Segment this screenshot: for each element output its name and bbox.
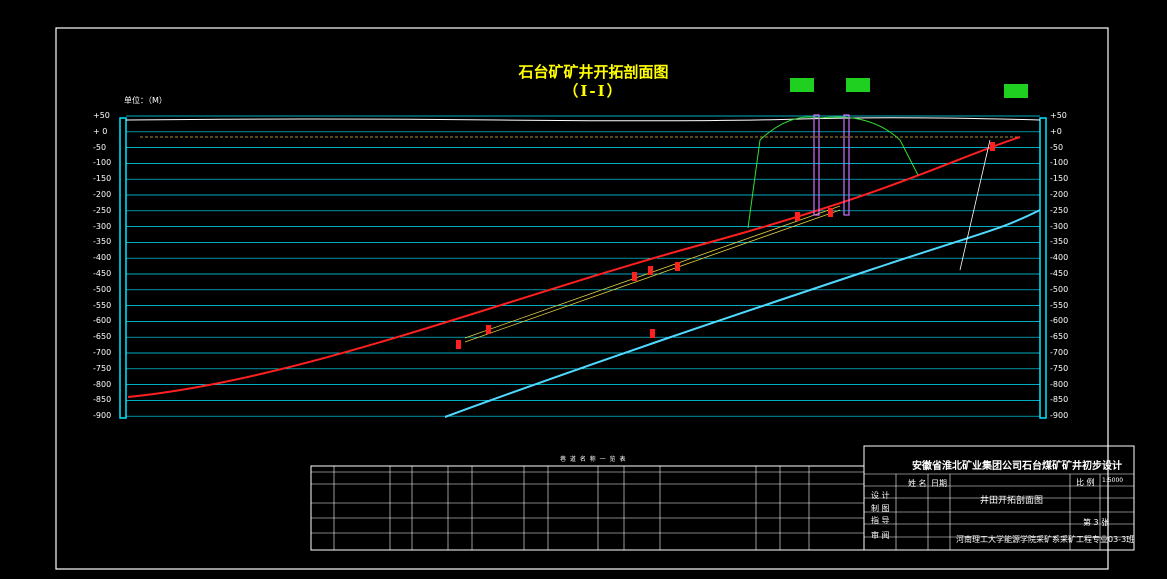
drawing-subtitle: （Ⅰ-Ⅰ） — [563, 82, 624, 100]
elevation-label-left: -350 — [93, 237, 112, 247]
tb-row-design: 设 计 — [871, 491, 890, 500]
fault-line — [959, 139, 991, 271]
date-header: 日期 — [931, 479, 947, 488]
elevation-label-right: -600 — [1050, 316, 1069, 326]
drawing-name: 井田开拓剖面图 — [980, 496, 1044, 506]
elevation-label-left: -250 — [93, 205, 112, 215]
roadway-marker — [990, 142, 995, 151]
elevation-label-right: -500 — [1050, 284, 1069, 294]
elevation-label-right: +50 — [1050, 111, 1067, 120]
school-label: 河南理工大学能源学院采矿系采矿工程专业03-3班 — [956, 535, 1135, 544]
elevation-label-right: -550 — [1050, 300, 1069, 310]
elevation-label-right: +0 — [1050, 126, 1062, 136]
elevation-label-right: -750 — [1050, 363, 1069, 373]
scale-label: 比 例 — [1076, 478, 1095, 487]
elevation-label-left: -300 — [93, 221, 112, 231]
elevation-label-right: -900 — [1050, 411, 1069, 421]
elevation-label-right: -250 — [1050, 205, 1069, 215]
elevation-label-left: -600 — [93, 316, 112, 326]
elevation-label-right: -700 — [1050, 348, 1069, 357]
company-title: 安徽省淮北矿业集团公司石台煤矿矿井初步设计 — [912, 461, 1122, 472]
elevation-label-right: -450 — [1050, 269, 1069, 278]
elevation-label-left: -750 — [93, 363, 112, 373]
elevation-label-right: -800 — [1050, 379, 1069, 389]
shaft-main — [813, 114, 820, 216]
drawing-title: 石台矿矿井开拓剖面图 — [518, 63, 669, 81]
elevation-label-right: -150 — [1050, 174, 1069, 184]
elevation-label-right: -650 — [1050, 332, 1069, 342]
roadway-marker — [632, 272, 637, 281]
tb-row-guide: 指 导 — [871, 516, 890, 525]
legend-table-title: 巷 道 名 称 一 览 表 — [560, 456, 627, 463]
roadway-marker — [675, 262, 680, 271]
elevation-label-left: -200 — [93, 190, 112, 199]
roadway-marker — [828, 208, 833, 217]
sheet-number: 第 3 张 — [1083, 518, 1110, 527]
elevation-label-right: -850 — [1050, 395, 1069, 405]
tb-row-draft: 制 图 — [871, 504, 890, 513]
elevation-label-right: -350 — [1050, 237, 1069, 247]
elevation-label-left: -800 — [93, 379, 112, 389]
elevation-label-left: -450 — [93, 269, 112, 278]
elevation-label-left: -100 — [93, 158, 112, 168]
elevation-label-left: -850 — [93, 395, 112, 405]
elevation-label-left: -700 — [93, 348, 112, 357]
tb-row-review: 审 阅 — [871, 531, 890, 540]
legend-table — [310, 465, 865, 551]
elevation-label-right: -300 — [1050, 221, 1069, 231]
elevation-label-right: -100 — [1050, 158, 1069, 168]
unit-label: 单位：（M） — [124, 96, 167, 105]
roadway-marker — [486, 325, 491, 334]
elevation-label-right: -200 — [1050, 190, 1069, 199]
elevation-label-right: -400 — [1050, 253, 1069, 263]
coal-seam — [127, 136, 1021, 398]
elevation-label-left: -550 — [93, 300, 112, 310]
elevation-label-left: + 0 — [93, 126, 108, 136]
left-scale-bar — [119, 117, 127, 419]
elevation-label-right: -50 — [1050, 142, 1064, 152]
scale-value: 1:5000 — [1102, 477, 1124, 484]
roadway-marker — [650, 329, 655, 338]
right-scale-bar — [1039, 117, 1047, 419]
roadway-marker — [795, 212, 800, 221]
ground-surface — [125, 117, 1041, 122]
elevation-label-left: -500 — [93, 284, 112, 294]
elevation-label-left: -50 — [93, 142, 107, 152]
elevation-label-left: -650 — [93, 332, 112, 342]
roadway-marker — [456, 340, 461, 349]
elevation-label-left: +50 — [93, 111, 110, 120]
name-header: 姓 名 — [908, 479, 927, 488]
elevation-label-left: -900 — [93, 411, 112, 421]
roadway-marker — [648, 266, 653, 275]
elevation-label-left: -150 — [93, 174, 112, 184]
elevation-label-left: -400 — [93, 253, 112, 263]
